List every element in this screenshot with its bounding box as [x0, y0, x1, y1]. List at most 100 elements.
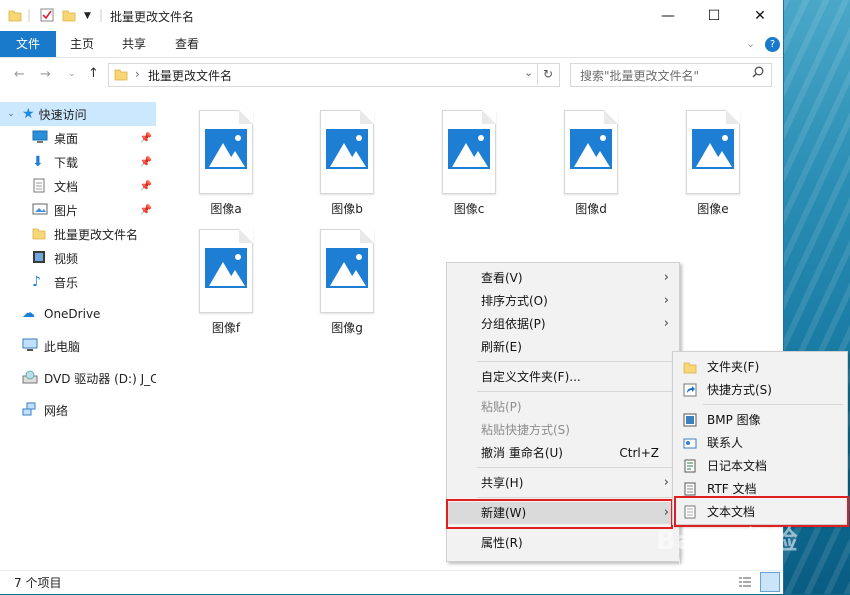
divider: | [27, 8, 32, 22]
shortcut-icon [683, 382, 697, 398]
menu-item-properties[interactable]: 属性(R) [447, 532, 679, 554]
divider: | [99, 8, 104, 22]
baidu-watermark-url: jingyan.baidu.com [678, 556, 780, 569]
menu-item-label: 撤消 重命名(U) [481, 446, 563, 460]
sidebar-item-pictures[interactable]: 图片 📌 [0, 198, 156, 222]
close-button[interactable]: ✕ [737, 0, 783, 31]
title-bar: | ▼ | 批量更改文件名 — ☐ ✕ [0, 0, 783, 31]
menu-item-shortcut: Ctrl+Z [619, 446, 659, 460]
menu-item-paste-shortcut[interactable]: 粘贴快捷方式(S) [447, 419, 679, 441]
submenu-item-label: 文件夹(F) [707, 360, 760, 374]
pictures-icon [32, 202, 48, 218]
sidebar-item-quick-access[interactable]: ⌄ ★ 快速访问 [0, 102, 156, 126]
chevron-down-icon[interactable]: ⌄ [746, 37, 755, 50]
submenu-item-journal[interactable]: 日记本文档 [673, 455, 847, 477]
music-icon: ♪ [32, 274, 41, 290]
image-file-icon [686, 110, 740, 194]
menu-item-sort-by[interactable]: 排序方式(O) › [447, 290, 679, 312]
large-icons-view-icon[interactable] [760, 572, 780, 592]
menu-separator [477, 391, 673, 392]
image-file-icon [442, 110, 496, 194]
pin-icon[interactable]: 📌 [140, 181, 152, 192]
menu-item-refresh[interactable]: 刷新(E) [447, 336, 679, 358]
pin-icon[interactable]: 📌 [140, 133, 152, 144]
address-dropdown-icon[interactable]: ⌄ [524, 66, 533, 79]
folder-icon [8, 8, 22, 25]
journal-icon [683, 458, 697, 474]
recent-locations-icon[interactable]: ⌄ [68, 69, 76, 79]
image-file-icon [320, 229, 374, 313]
submenu-item-shortcut[interactable]: 快捷方式(S) [673, 379, 847, 401]
file-name: 图像a [210, 202, 242, 216]
forward-arrow-icon[interactable]: → [40, 67, 51, 82]
new-folder-icon[interactable] [62, 8, 76, 25]
customize-toolbar-icon[interactable]: ▼ [84, 11, 91, 21]
menu-item-label: 刷新(E) [481, 340, 522, 354]
file-name: 图像c [453, 202, 485, 216]
dvd-icon [22, 370, 38, 386]
sidebar-item-downloads[interactable]: ⬇ 下载 📌 [0, 150, 156, 174]
desktop-icon [32, 130, 48, 146]
minimize-button[interactable]: — [645, 0, 691, 31]
submenu-item-label: 日记本文档 [707, 459, 768, 473]
menu-item-share[interactable]: 共享(H) › [447, 472, 679, 494]
image-file-icon [320, 110, 374, 194]
help-icon[interactable]: ? [765, 37, 780, 52]
search-icon[interactable] [752, 66, 764, 81]
sidebar-item-this-pc[interactable]: 此电脑 [0, 334, 156, 358]
up-arrow-icon[interactable]: ↑ [88, 66, 99, 81]
window-title: 批量更改文件名 [110, 10, 195, 24]
sidebar-item-label: 文档 [54, 179, 79, 194]
details-view-icon[interactable] [738, 575, 752, 592]
download-icon: ⬇ [32, 154, 44, 170]
tab-file[interactable]: 文件 [0, 31, 56, 57]
breadcrumb-separator-icon[interactable]: › [135, 67, 140, 81]
sidebar-item-onedrive[interactable]: ☁ OneDrive [0, 302, 156, 326]
chevron-right-icon: › [663, 270, 669, 285]
file-name: 图像b [331, 202, 363, 216]
menu-item-label: 属性(R) [481, 536, 523, 550]
item-count: 7 个项目 [14, 576, 62, 590]
image-file-icon [564, 110, 618, 194]
submenu-item-folder[interactable]: 文件夹(F) [673, 356, 847, 378]
pin-icon[interactable]: 📌 [140, 157, 152, 168]
menu-item-undo-rename[interactable]: 撤消 重命名(U) Ctrl+Z [447, 442, 679, 464]
submenu-item-contact[interactable]: 联系人 [673, 432, 847, 454]
chevron-right-icon: › [663, 316, 669, 331]
sidebar-item-music[interactable]: ♪ 音乐 [0, 270, 156, 294]
menu-item-view[interactable]: 查看(V) › [447, 267, 679, 289]
menu-item-customize-folder[interactable]: 自定义文件夹(F)... [447, 366, 679, 388]
folder-icon [32, 226, 48, 242]
menu-item-group-by[interactable]: 分组依据(P) › [447, 313, 679, 335]
chevron-down-icon[interactable]: ⌄ [0, 109, 22, 119]
sidebar-item-documents[interactable]: 文档 📌 [0, 174, 156, 198]
menu-separator [477, 361, 673, 362]
tab-view[interactable]: 查看 [161, 31, 213, 57]
submenu-item-bmp-image[interactable]: BMP 图像 [673, 409, 847, 431]
baidu-watermark: Baidu经验 [656, 526, 799, 556]
sidebar-item-label: DVD 驱动器 (D:) J_C [44, 371, 156, 386]
search-input[interactable]: 搜索"批量更改文件名" [580, 67, 699, 84]
back-arrow-icon[interactable]: ← [14, 67, 25, 82]
menu-item-label: 分组依据(P) [481, 317, 546, 331]
sidebar-item-desktop[interactable]: 桌面 📌 [0, 126, 156, 150]
sidebar-item-label: OneDrive [44, 307, 101, 321]
folder-icon [683, 359, 697, 375]
menu-item-paste[interactable]: 粘贴(P) [447, 396, 679, 418]
sidebar-item-dvd-drive[interactable]: DVD 驱动器 (D:) J_C [0, 366, 156, 390]
sidebar-item-videos[interactable]: 视频 [0, 246, 156, 270]
pin-icon[interactable]: 📌 [140, 205, 152, 216]
menu-item-label: 自定义文件夹(F)... [481, 370, 581, 384]
refresh-icon[interactable]: ↻ [537, 63, 558, 85]
sidebar-item-network[interactable]: 网络 [0, 398, 156, 422]
file-name: 图像f [211, 321, 241, 335]
address-path[interactable]: 批量更改文件名 [148, 67, 232, 84]
menu-separator [477, 467, 673, 468]
ribbon: 文件 主页 共享 查看 ⌄ ? [0, 31, 783, 58]
maximize-button[interactable]: ☐ [691, 0, 737, 31]
menu-item-label: 粘贴快捷方式(S) [481, 423, 570, 437]
tab-home[interactable]: 主页 [56, 31, 108, 57]
properties-icon[interactable] [40, 8, 54, 25]
sidebar-item-batch-rename-folder[interactable]: 批量更改文件名 [0, 222, 156, 246]
tab-share[interactable]: 共享 [108, 31, 160, 57]
